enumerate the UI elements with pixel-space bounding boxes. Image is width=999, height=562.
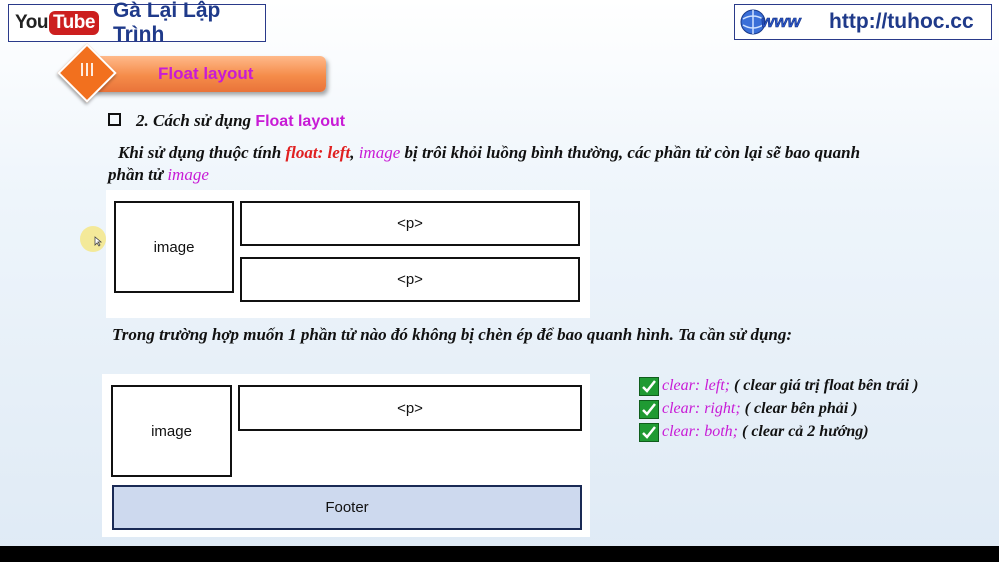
heading-highlight: Float layout (255, 113, 346, 130)
clear-option-code: clear: both; (662, 423, 738, 440)
site-link-box: www http://tuhoc.cc (734, 4, 992, 40)
clear-option-code: clear: right; (662, 400, 741, 417)
diagram2-footer-box: Footer (112, 485, 582, 530)
site-url[interactable]: http://tuhoc.cc (829, 10, 974, 34)
float-diagram-2: image <p> Footer (102, 374, 590, 537)
svg-text:www: www (761, 12, 802, 31)
paragraph-2: Trong trường hợp muốn 1 phần tử nào đó k… (112, 325, 793, 344)
clear-option-right: clear: right; ( clear bên phải ) (662, 400, 858, 418)
www-globe-icon: www (739, 7, 825, 37)
youtube-logo-you: You (15, 12, 48, 33)
para1-part2: , (350, 143, 359, 162)
clear-option-desc: ( clear bên phải ) (740, 400, 858, 417)
youtube-logo-tube: Tube (48, 11, 99, 35)
para1-code: float: left (285, 143, 351, 162)
clear-option-code: clear: left; (662, 377, 730, 394)
section-number: III (79, 60, 95, 80)
diagram2-image-box: image (111, 385, 232, 477)
float-diagram-1: image <p> <p> (106, 190, 590, 318)
checkmark-icon (639, 400, 659, 419)
para1-line2-prefix: phần tử (108, 165, 168, 184)
clear-option-both: clear: both; ( clear cả 2 hướng) (662, 423, 869, 441)
diagram2-p-box: <p> (238, 385, 582, 431)
para1-image: image (358, 143, 401, 162)
bullet-square-icon (108, 113, 121, 126)
para1-part3: bị trôi khỏi luồng bình thường, các phần… (400, 143, 861, 162)
diagram1-image-box: image (114, 201, 234, 293)
channel-name: Gà Lại Lập Trình (112, 0, 221, 46)
paragraph-1-line-1: Khi sử dụng thuộc tính float: left, imag… (118, 143, 860, 163)
checkmark-icon (639, 423, 659, 442)
bottom-black-bar (0, 546, 999, 562)
heading-prefix: 2. Cách sử dụng (136, 111, 256, 130)
clear-option-desc: ( clear giá trị float bên trái ) (729, 377, 919, 394)
channel-brand-box: You Tube Gà Lại Lập Trình (8, 0, 266, 46)
checkmark-icon (639, 377, 659, 396)
paragraph-1-line-2: phần tử image (108, 165, 209, 185)
para1-part1: Khi sử dụng thuộc tính (118, 143, 286, 162)
content-heading: 2. Cách sử dụng Float layout (136, 111, 345, 131)
clear-option-desc: ( clear cả 2 hướng) (737, 423, 869, 440)
mouse-cursor-highlight (80, 226, 106, 252)
diagram1-p-box-1: <p> (240, 201, 580, 246)
diagram1-p-box-2: <p> (240, 257, 580, 302)
youtube-logo: You Tube (15, 11, 99, 35)
section-title: Float layout (158, 64, 254, 83)
para1-line2-image: image (167, 165, 209, 184)
clear-option-left: clear: left; ( clear giá trị float bên t… (662, 377, 918, 395)
